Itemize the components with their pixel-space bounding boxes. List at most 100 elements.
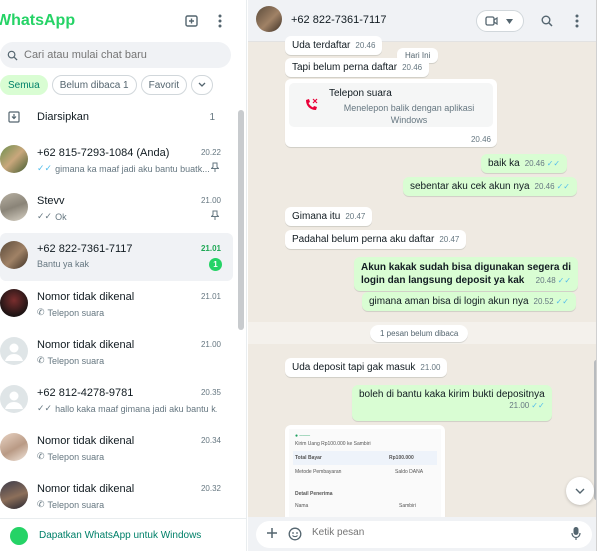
message-time: 20.52 <box>533 297 554 306</box>
chat-preview-text: gimana ka maaf jadi aku bantu buatk... <box>55 163 210 174</box>
voice-call-card[interactable]: Telepon suara Menelepon balik dengan apl… <box>285 79 497 147</box>
chat-preview-text: Telepon suara <box>47 355 105 366</box>
chat-preview: ✆ Telepon suara <box>37 355 217 366</box>
message-time: 20.47 <box>345 212 366 221</box>
contact-name[interactable]: +62 822-7361-7117 <box>291 14 387 26</box>
sticker-icon[interactable] <box>288 527 302 544</box>
chat-preview-text: Telepon suara <box>47 451 105 462</box>
outgoing-message: Akun kakak sudah bisa digunakan segera d… <box>354 257 579 291</box>
chat-preview: ✓✓ hallo kaka maaf gimana jadi aku bantu … <box>37 403 217 414</box>
archived-count: 1 <box>209 111 215 123</box>
avatar <box>0 193 28 221</box>
message-time: 20.48 <box>535 276 556 285</box>
filter-favorites[interactable]: Favorit <box>140 75 188 95</box>
receipt-recipient-label: Nama <box>295 503 309 509</box>
avatar <box>0 433 28 461</box>
search-icon[interactable] <box>538 12 556 30</box>
chat-item[interactable]: Nomor tidak dikenal 21.01 ✆ Telepon suara <box>0 281 233 329</box>
chat-preview-text: Ok <box>55 211 67 222</box>
plus-icon[interactable] <box>266 527 278 542</box>
chat-list-scrollbar[interactable] <box>238 110 244 330</box>
unread-chip: 1 pesan belum dibaca <box>370 325 469 342</box>
chat-item[interactable]: +62 812-4278-9781 20.35 ✓✓ hallo kaka maa… <box>0 377 233 425</box>
message-input[interactable] <box>312 527 532 538</box>
receipt-method-value: Saldo DANA <box>395 469 424 475</box>
chat-preview: ✓✓ gimana ka maaf jadi aku bantu buatk... <box>37 163 217 174</box>
message-text: Gimana itu <box>292 211 341 222</box>
outgoing-message: baik ka 20.46 ✓✓ <box>481 154 568 173</box>
chat-name: Nomor tidak dikenal <box>37 291 135 303</box>
video-call-button[interactable] <box>476 10 524 32</box>
download-promo[interactable]: Dapatkan WhatsApp untuk Windows <box>0 518 246 551</box>
chat-time: 21.01 <box>200 292 221 301</box>
chat-time: 20.35 <box>200 388 221 397</box>
message-time: 21.00 <box>509 401 530 410</box>
chat-item[interactable]: +62 815-7293-1084 (Anda) 20.22 ✓✓ gimana … <box>0 137 233 185</box>
chat-list: +62 815-7293-1084 (Anda) 20.22 ✓✓ gimana … <box>0 137 233 521</box>
filter-more-button[interactable] <box>191 75 214 95</box>
message-text: Uda terdaftar <box>292 40 351 51</box>
message-text-line: login dan langsung deposit ya kak <box>361 275 525 286</box>
incoming-message: Tapi belum perna daftar 20.46 <box>285 58 430 77</box>
scroll-down-button[interactable] <box>566 477 594 505</box>
avatar <box>0 145 28 173</box>
left-header: WhatsApp <box>0 0 246 42</box>
avatar <box>0 481 28 509</box>
double-check-icon: ✓✓ <box>546 159 561 168</box>
avatar <box>0 241 28 269</box>
filter-chips: Semua Belum dibaca 1 Favorit <box>0 75 214 95</box>
archive-icon <box>8 111 20 123</box>
message-time: 20.46 <box>355 41 376 50</box>
default-avatar-icon <box>0 337 28 365</box>
incoming-message: Uda deposit tapi gak masuk 21.00 <box>285 358 448 377</box>
search-icon <box>7 50 18 61</box>
chat-preview-text: Telepon suara <box>47 499 105 510</box>
double-check-icon: ✓✓ <box>37 163 53 173</box>
search-box[interactable] <box>0 42 231 68</box>
chat-time: 21.00 <box>200 196 221 205</box>
outgoing-message: sebentar aku cek akun nya 20.46 ✓✓ <box>403 177 577 196</box>
double-check-icon: ✓✓ <box>37 403 53 413</box>
receipt-method-label: Metode Pembayaran <box>295 469 342 475</box>
message-text: Tapi belum perna daftar <box>292 62 398 73</box>
chat-time: 20.22 <box>200 148 221 157</box>
archived-row[interactable]: Diarsipkan 1 <box>0 104 231 130</box>
double-check-icon: ✓✓ <box>37 211 53 221</box>
microphone-icon[interactable] <box>571 526 581 544</box>
phone-icon: ✆ <box>37 307 45 317</box>
outgoing-message: gimana aman bisa di login akun nya 20.52 ✓… <box>362 292 576 311</box>
contact-avatar[interactable] <box>256 6 282 32</box>
filter-all[interactable]: Semua <box>0 75 48 95</box>
chat-item[interactable]: Nomor tidak dikenal 21.00 ✆ Telepon suara <box>0 329 233 377</box>
chat-name: +62 812-4278-9781 <box>37 387 134 399</box>
background-window-edge <box>596 0 607 551</box>
chat-preview: ✆ Telepon suara <box>37 451 217 462</box>
chat-item[interactable]: Nomor tidak dikenal 20.34 ✆ Telepon suara <box>0 425 233 473</box>
kebab-menu-icon[interactable] <box>568 12 586 30</box>
chat-preview-text: hallo kaka maaf gimana jadi aku bantu k.… <box>55 403 217 414</box>
app-title: WhatsApp <box>0 12 76 29</box>
chat-time: 21.00 <box>200 340 221 349</box>
chat-item[interactable]: Nomor tidak dikenal 20.32 ✆ Telepon suara <box>0 473 233 521</box>
archived-label: Diarsipkan <box>37 111 89 123</box>
chat-name: +62 822-7361-7117 <box>37 243 133 255</box>
message-time: 20.47 <box>439 235 460 244</box>
chat-list-panel: WhatsApp Semua Belum dibaca 1 Favorit Di… <box>0 0 247 551</box>
new-chat-icon[interactable] <box>183 12 201 30</box>
kebab-menu-icon[interactable] <box>211 12 229 30</box>
promo-label: Dapatkan WhatsApp untuk Windows <box>39 529 202 541</box>
receipt-section: Detail Penerima <box>295 491 333 497</box>
whatsapp-app: WhatsApp Semua Belum dibaca 1 Favorit Di… <box>0 0 607 551</box>
double-check-icon: ✓✓ <box>557 276 572 285</box>
message-area: Uda terdaftar 20.46 Hari Ini Tapi belum p… <box>248 36 596 523</box>
search-input[interactable] <box>24 49 214 61</box>
whatsapp-logo-icon <box>10 527 28 545</box>
pin-icon <box>210 210 220 222</box>
chat-item[interactable]: Stevv 21.00 ✓✓ Ok <box>0 185 233 233</box>
receipt-total-value: Rp100.000 <box>389 455 414 461</box>
message-time: 20.46 <box>524 159 545 168</box>
image-message[interactable]: ● ─── Kirim Uang Rp100.000 ke Sambiri To… <box>285 425 445 523</box>
chat-item-selected[interactable]: +62 822-7361-7117 21.01 Bantu ya kak 1 <box>0 233 233 281</box>
incoming-message: Uda terdaftar 20.46 <box>285 36 383 55</box>
filter-unread[interactable]: Belum dibaca 1 <box>51 75 137 95</box>
